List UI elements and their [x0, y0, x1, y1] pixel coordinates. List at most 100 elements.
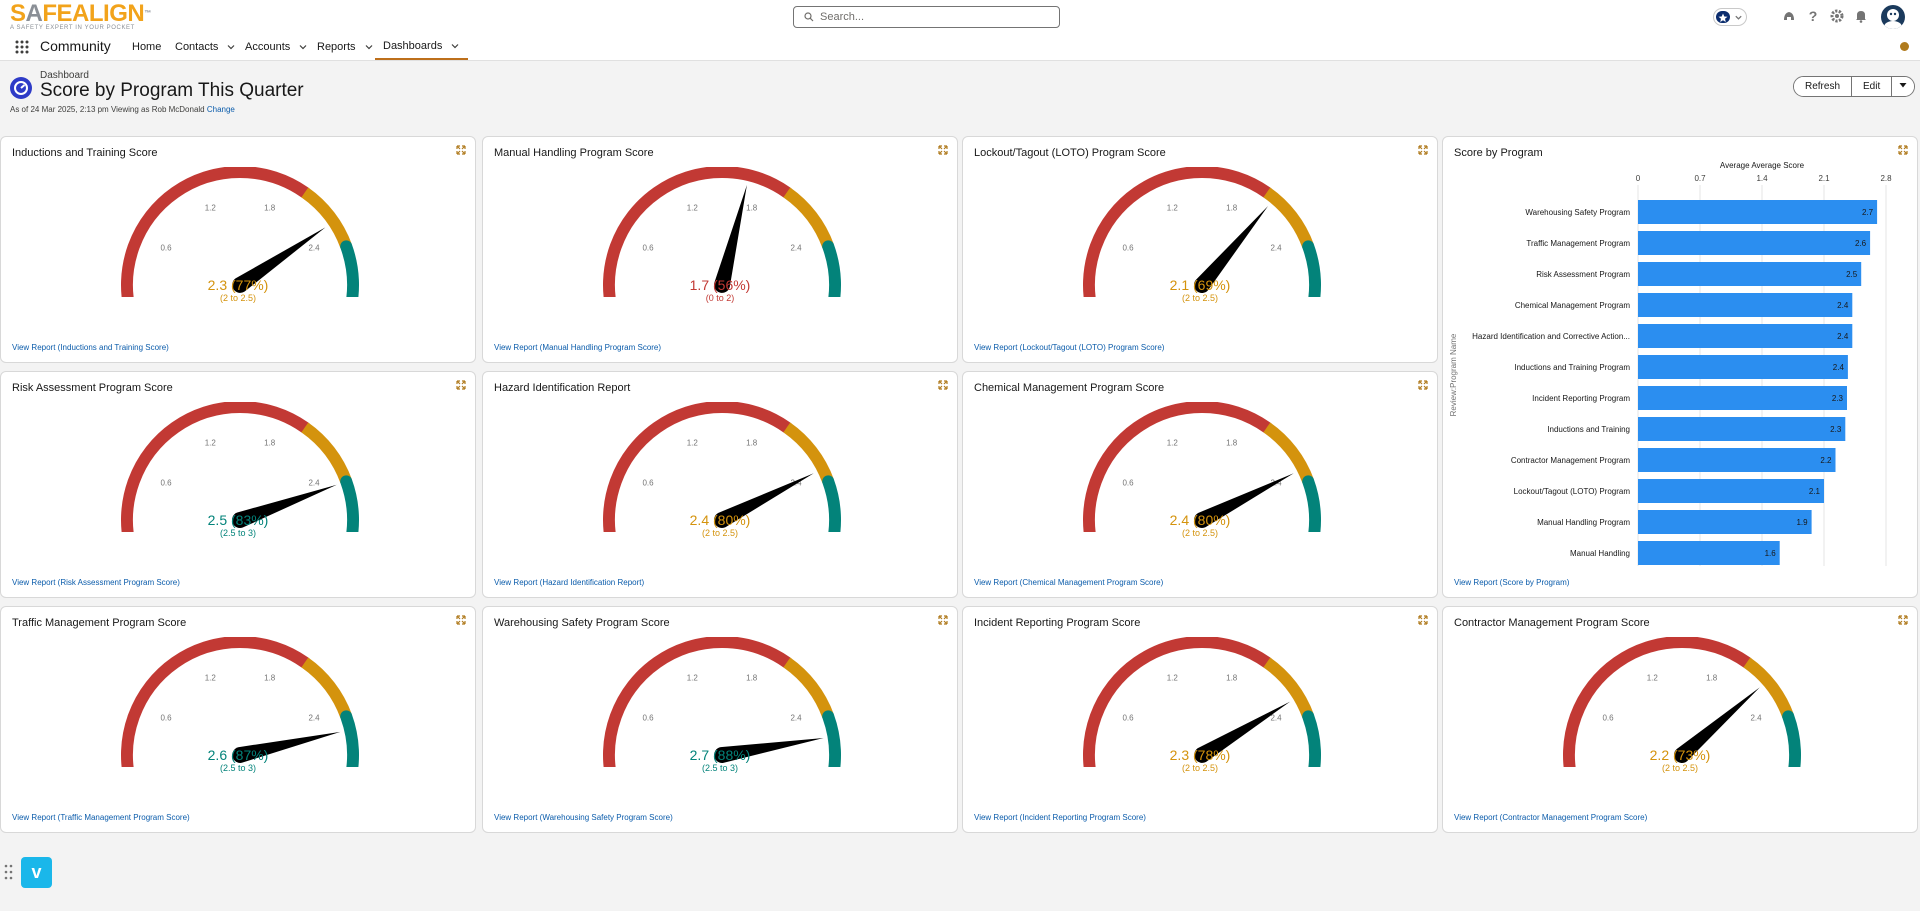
gauge-tile: Risk Assessment Program Score 00.61.21.8… — [0, 371, 476, 598]
gauge-tick-label: 2.4 — [308, 478, 320, 487]
view-report-link[interactable]: View Report (Manual Handling Program Sco… — [494, 343, 661, 352]
view-report-link[interactable]: View Report (Risk Assessment Program Sco… — [12, 578, 180, 587]
favorites-button[interactable] — [1713, 8, 1747, 26]
gauge-tick-label: 0.6 — [160, 713, 172, 722]
chevron-down-icon[interactable] — [450, 41, 460, 51]
trailhead-icon[interactable] — [1781, 8, 1797, 24]
view-report-link[interactable]: View Report (Inductions and Training Sco… — [12, 343, 169, 352]
view-report-link[interactable]: View Report (Chemical Management Program… — [974, 578, 1163, 587]
nav-item-reports[interactable]: Reports — [317, 34, 374, 60]
drag-handle-icon[interactable] — [4, 864, 14, 880]
chart-category-label: Hazard Identification and Corrective Act… — [1472, 332, 1630, 341]
gauge-range: (2.5 to 3) — [219, 528, 257, 538]
user-avatar[interactable] — [1881, 5, 1905, 29]
gauge-tick-label: 1.8 — [264, 204, 276, 213]
tile-title: Traffic Management Program Score — [12, 617, 187, 629]
chart-data-label: 1.9 — [1796, 518, 1808, 527]
chevron-down-icon[interactable] — [364, 42, 374, 52]
help-icon[interactable]: ? — [1805, 8, 1821, 24]
chevron-down-icon[interactable] — [298, 42, 308, 52]
nav-item-label: Accounts — [245, 41, 291, 53]
nav-item-home[interactable]: Home — [132, 34, 161, 60]
gauge-tick-label: 1.2 — [687, 204, 699, 213]
view-report-link[interactable]: View Report (Score by Program) — [1454, 578, 1569, 587]
chart-bar — [1638, 479, 1824, 503]
gear-icon[interactable] — [1829, 8, 1845, 24]
vimeo-icon: v — [31, 862, 42, 882]
gauge-tick-label: 1.2 — [1167, 204, 1179, 213]
global-header: SAFEALIGN™ A SAFETY EXPERT IN YOUR POCKE… — [0, 0, 1920, 34]
expand-icon[interactable] — [1418, 615, 1428, 625]
gauge-tile: Incident Reporting Program Score 00.61.2… — [962, 606, 1438, 833]
view-report-link[interactable]: View Report (Lockout/Tagout (LOTO) Progr… — [974, 343, 1164, 352]
gauge-tick-label: 2.4 — [790, 243, 802, 252]
gauge-tick-label: 1.2 — [1167, 439, 1179, 448]
expand-icon[interactable] — [1418, 380, 1428, 390]
view-report-link[interactable]: View Report (Contractor Management Progr… — [1454, 813, 1647, 822]
chart-axis-title: Average Average Score — [1720, 161, 1805, 170]
gauge-tick-label: 1.2 — [1647, 674, 1659, 683]
expand-icon[interactable] — [456, 380, 466, 390]
expand-icon[interactable] — [938, 145, 948, 155]
gauge-value: 2.3 (77%) — [207, 277, 269, 293]
safealign-logo[interactable]: SAFEALIGN™ A SAFETY EXPERT IN YOUR POCKE… — [10, 2, 151, 32]
chart-bar — [1638, 510, 1812, 534]
gauge-value: 2.4 (80%) — [1169, 512, 1231, 528]
app-launcher-icon[interactable] — [14, 39, 30, 55]
chart-category-label: Contractor Management Program — [1511, 456, 1631, 465]
gauge-range: (2.5 to 3) — [219, 763, 257, 773]
gauge-value: 1.7 (56%) — [689, 277, 751, 293]
gauge-tick-label: 1.8 — [264, 439, 276, 448]
dashboard-icon — [10, 77, 32, 99]
gauge-tick-label: 1.8 — [746, 439, 758, 448]
chart-data-label: 2.3 — [1832, 394, 1844, 403]
expand-icon[interactable] — [938, 615, 948, 625]
chevron-down-icon[interactable] — [1734, 13, 1743, 22]
chart-category-label: Traffic Management Program — [1526, 239, 1630, 248]
expand-icon[interactable] — [1898, 145, 1908, 155]
expand-icon[interactable] — [456, 615, 466, 625]
gauge-range: (2 to 2.5) — [1661, 763, 1699, 773]
gauge-tick-label: 0.6 — [1122, 478, 1134, 487]
logo-tagline: A SAFETY EXPERT IN YOUR POCKET — [10, 25, 135, 31]
nav-item-contacts[interactable]: Contacts — [175, 34, 236, 60]
more-actions-button[interactable] — [1892, 77, 1915, 96]
chart-data-label: 2.1 — [1809, 487, 1821, 496]
gauge-tile: Traffic Management Program Score 00.61.2… — [0, 606, 476, 833]
view-report-link[interactable]: View Report (Traffic Management Program … — [12, 813, 190, 822]
vimeo-launcher-button[interactable]: v — [21, 857, 52, 888]
gauge-tick-label: 1.2 — [205, 204, 217, 213]
gauge-tile: Lockout/Tagout (LOTO) Program Score 00.6… — [962, 136, 1438, 363]
expand-icon[interactable] — [1418, 145, 1428, 155]
chart-bar — [1638, 262, 1862, 286]
chart-bar — [1638, 231, 1871, 255]
gauge-tick-label: 0.6 — [160, 243, 172, 252]
edit-button[interactable]: Edit — [1852, 77, 1893, 96]
gauge-tick-label: 1.2 — [1167, 674, 1179, 683]
expand-icon[interactable] — [456, 145, 466, 155]
gauge-range: (2 to 2.5) — [1181, 293, 1219, 303]
gauge-range: (2 to 2.5) — [1181, 763, 1219, 773]
chart-bar — [1638, 200, 1878, 224]
chart-category-label: Lockout/Tagout (LOTO) Program — [1514, 487, 1631, 496]
change-viewer-link[interactable]: Change — [207, 105, 235, 114]
svg-text:?: ? — [1809, 8, 1818, 24]
view-report-link[interactable]: View Report (Warehousing Safety Program … — [494, 813, 673, 822]
bell-icon[interactable] — [1853, 8, 1869, 24]
gauge-band — [783, 422, 834, 484]
nav-item-accounts[interactable]: Accounts — [245, 34, 308, 60]
global-search[interactable] — [793, 6, 1060, 28]
nav-item-label: Dashboards — [383, 40, 443, 52]
gauge-band — [301, 422, 352, 484]
nav-item-label: Reports — [317, 41, 356, 53]
chevron-down-icon[interactable] — [226, 42, 236, 52]
gauge-tick-label: 2.4 — [1750, 713, 1762, 722]
refresh-button[interactable]: Refresh — [1794, 77, 1853, 96]
view-report-link[interactable]: View Report (Incident Reporting Program … — [974, 813, 1146, 822]
view-report-link[interactable]: View Report (Hazard Identification Repor… — [494, 578, 644, 587]
expand-icon[interactable] — [938, 380, 948, 390]
expand-icon[interactable] — [1898, 615, 1908, 625]
chart-tick-label: 0.7 — [1694, 174, 1706, 183]
search-input[interactable] — [820, 11, 1040, 23]
nav-item-dashboards[interactable]: Dashboards — [375, 34, 469, 60]
